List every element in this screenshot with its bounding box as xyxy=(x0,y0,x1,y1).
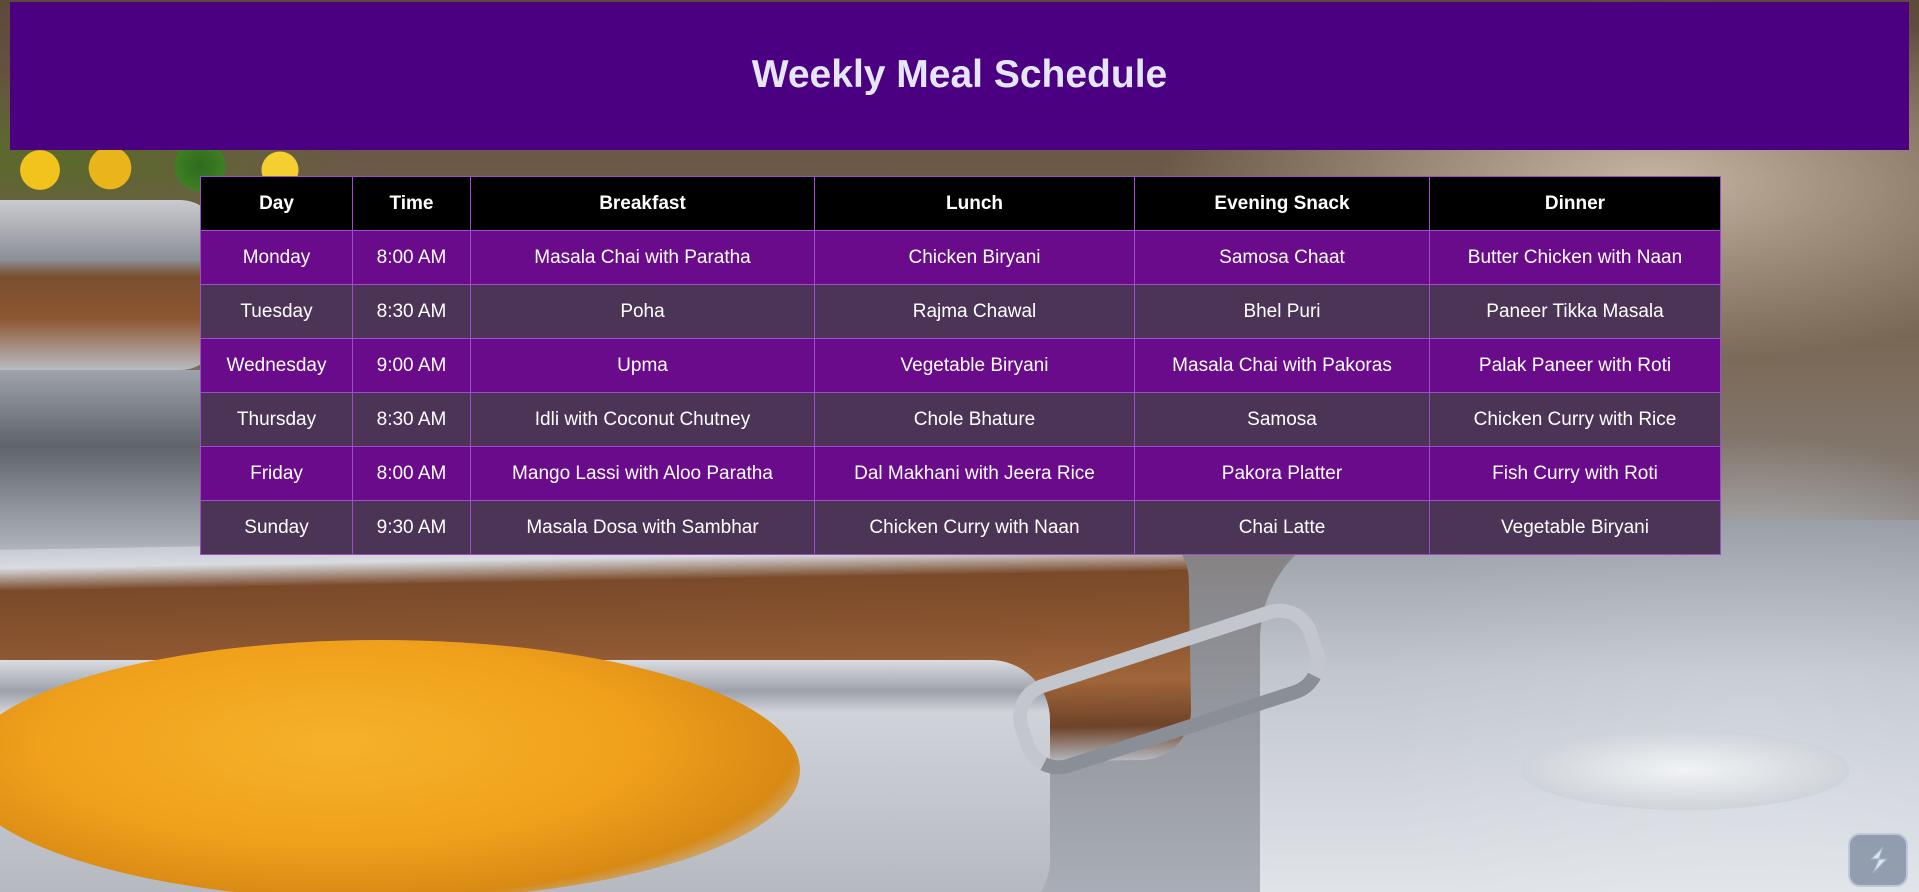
cell-day: Friday xyxy=(200,446,353,501)
header-breakfast: Breakfast xyxy=(470,176,815,231)
cell-lunch: Rajma Chawal xyxy=(814,284,1135,339)
cell-breakfast: Masala Chai with Paratha xyxy=(470,230,815,285)
meal-schedule-table: Day Time Breakfast Lunch Evening Snack D… xyxy=(200,176,1721,555)
cell-dinner: Butter Chicken with Naan xyxy=(1429,230,1721,285)
cell-time: 8:00 AM xyxy=(352,230,471,285)
header-lunch: Lunch xyxy=(814,176,1135,231)
cell-dinner: Palak Paneer with Roti xyxy=(1429,338,1721,393)
cell-dinner: Paneer Tikka Masala xyxy=(1429,284,1721,339)
cell-evening-snack: Masala Chai with Pakoras xyxy=(1134,338,1430,393)
table-row: Sunday 9:30 AM Masala Dosa with Sambhar … xyxy=(200,500,1721,555)
cell-lunch: Vegetable Biryani xyxy=(814,338,1135,393)
cell-dinner: Vegetable Biryani xyxy=(1429,500,1721,555)
right-chafers xyxy=(1260,520,1919,892)
cell-time: 9:00 AM xyxy=(352,338,471,393)
table-row: Thursday 8:30 AM Idli with Coconut Chutn… xyxy=(200,392,1721,447)
back-serving-tray xyxy=(0,200,220,370)
cell-evening-snack: Samosa xyxy=(1134,392,1430,447)
cell-evening-snack: Chai Latte xyxy=(1134,500,1430,555)
cell-lunch: Chole Bhature xyxy=(814,392,1135,447)
cell-dinner: Fish Curry with Roti xyxy=(1429,446,1721,501)
page-title: Weekly Meal Schedule xyxy=(751,53,1168,96)
table-row: Tuesday 8:30 AM Poha Rajma Chawal Bhel P… xyxy=(200,284,1721,339)
stacked-plates xyxy=(1520,730,1850,810)
cell-evening-snack: Pakora Platter xyxy=(1134,446,1430,501)
floating-app-button[interactable] xyxy=(1848,833,1908,887)
app-logo-icon xyxy=(1869,846,1889,874)
header-evening-snack: Evening Snack xyxy=(1134,176,1430,231)
table-row: Monday 8:00 AM Masala Chai with Paratha … xyxy=(200,230,1721,285)
cell-time: 8:00 AM xyxy=(352,446,471,501)
cell-lunch: Chicken Curry with Naan xyxy=(814,500,1135,555)
cell-day: Monday xyxy=(200,230,353,285)
cell-time: 8:30 AM xyxy=(352,392,471,447)
cell-day: Thursday xyxy=(200,392,353,447)
page-header: Weekly Meal Schedule xyxy=(10,2,1909,150)
cell-breakfast: Poha xyxy=(470,284,815,339)
cell-breakfast: Masala Dosa with Sambhar xyxy=(470,500,815,555)
table-row: Wednesday 9:00 AM Upma Vegetable Biryani… xyxy=(200,338,1721,393)
left-chafer xyxy=(0,370,210,560)
cell-breakfast: Upma xyxy=(470,338,815,393)
cell-dinner: Chicken Curry with Rice xyxy=(1429,392,1721,447)
header-dinner: Dinner xyxy=(1429,176,1721,231)
cell-breakfast: Idli with Coconut Chutney xyxy=(470,392,815,447)
cell-day: Tuesday xyxy=(200,284,353,339)
cell-day: Wednesday xyxy=(200,338,353,393)
header-day: Day xyxy=(200,176,353,231)
cell-time: 9:30 AM xyxy=(352,500,471,555)
header-time: Time xyxy=(352,176,471,231)
cell-lunch: Dal Makhani with Jeera Rice xyxy=(814,446,1135,501)
cell-breakfast: Mango Lassi with Aloo Paratha xyxy=(470,446,815,501)
cell-evening-snack: Samosa Chaat xyxy=(1134,230,1430,285)
table-row: Friday 8:00 AM Mango Lassi with Aloo Par… xyxy=(200,446,1721,501)
table-header-row: Day Time Breakfast Lunch Evening Snack D… xyxy=(200,176,1721,231)
cell-time: 8:30 AM xyxy=(352,284,471,339)
cell-day: Sunday xyxy=(200,500,353,555)
cell-evening-snack: Bhel Puri xyxy=(1134,284,1430,339)
cell-lunch: Chicken Biryani xyxy=(814,230,1135,285)
